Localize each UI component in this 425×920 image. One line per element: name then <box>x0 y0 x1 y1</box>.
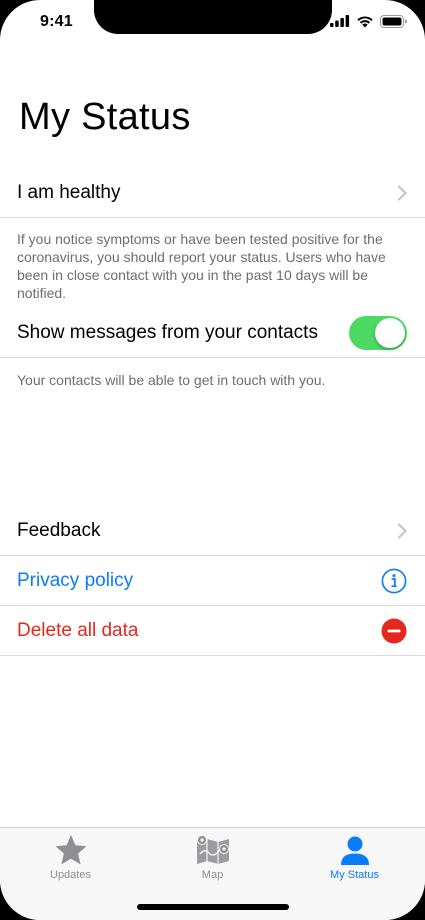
contacts-messages-label: Show messages from your contacts <box>17 321 318 343</box>
delete-all-data-label: Delete all data <box>17 619 139 641</box>
chevron-right-icon <box>397 184 407 201</box>
delete-all-data-row[interactable]: Delete all data <box>0 606 425 656</box>
tab-updates[interactable]: Updates <box>0 828 141 888</box>
feedback-row[interactable]: Feedback <box>0 506 425 556</box>
tab-map[interactable]: Map <box>142 828 283 888</box>
privacy-policy-row[interactable]: Privacy policy <box>0 556 425 606</box>
status-time: 9:41 <box>40 13 73 30</box>
tab-my-status[interactable]: My Status <box>284 828 425 888</box>
home-indicator[interactable] <box>137 904 289 910</box>
contacts-messages-row: Show messages from your contacts <box>0 308 425 358</box>
info-icon <box>381 568 407 593</box>
privacy-policy-label: Privacy policy <box>17 569 134 591</box>
chevron-right-icon <box>397 522 407 539</box>
tab-updates-label: Updates <box>50 869 91 881</box>
star-icon <box>55 835 86 865</box>
cellular-signal-icon <box>330 15 350 27</box>
page-title: My Status <box>19 96 191 138</box>
delete-minus-icon <box>381 618 407 643</box>
feedback-label: Feedback <box>17 519 101 541</box>
map-icon <box>196 835 229 864</box>
health-status-footnote: If you notice symptoms or have been test… <box>17 231 386 301</box>
status-icons <box>330 12 407 30</box>
contacts-messages-footnote: Your contacts will be able to get in tou… <box>17 372 326 388</box>
status-bar: 9:41 <box>0 0 425 44</box>
tab-map-label: Map <box>201 869 224 881</box>
tab-my-status-label: My Status <box>330 869 379 881</box>
wifi-icon <box>357 15 373 27</box>
phone-screen: 9:41 My Status I am healthy If you notic… <box>0 0 425 920</box>
health-status-row[interactable]: I am healthy <box>0 168 425 218</box>
toggle-knob <box>375 317 405 348</box>
notch <box>94 0 332 34</box>
health-status-label: I am healthy <box>17 181 121 203</box>
battery-icon <box>380 14 407 28</box>
contacts-messages-toggle[interactable] <box>349 315 407 350</box>
person-icon <box>340 836 369 865</box>
